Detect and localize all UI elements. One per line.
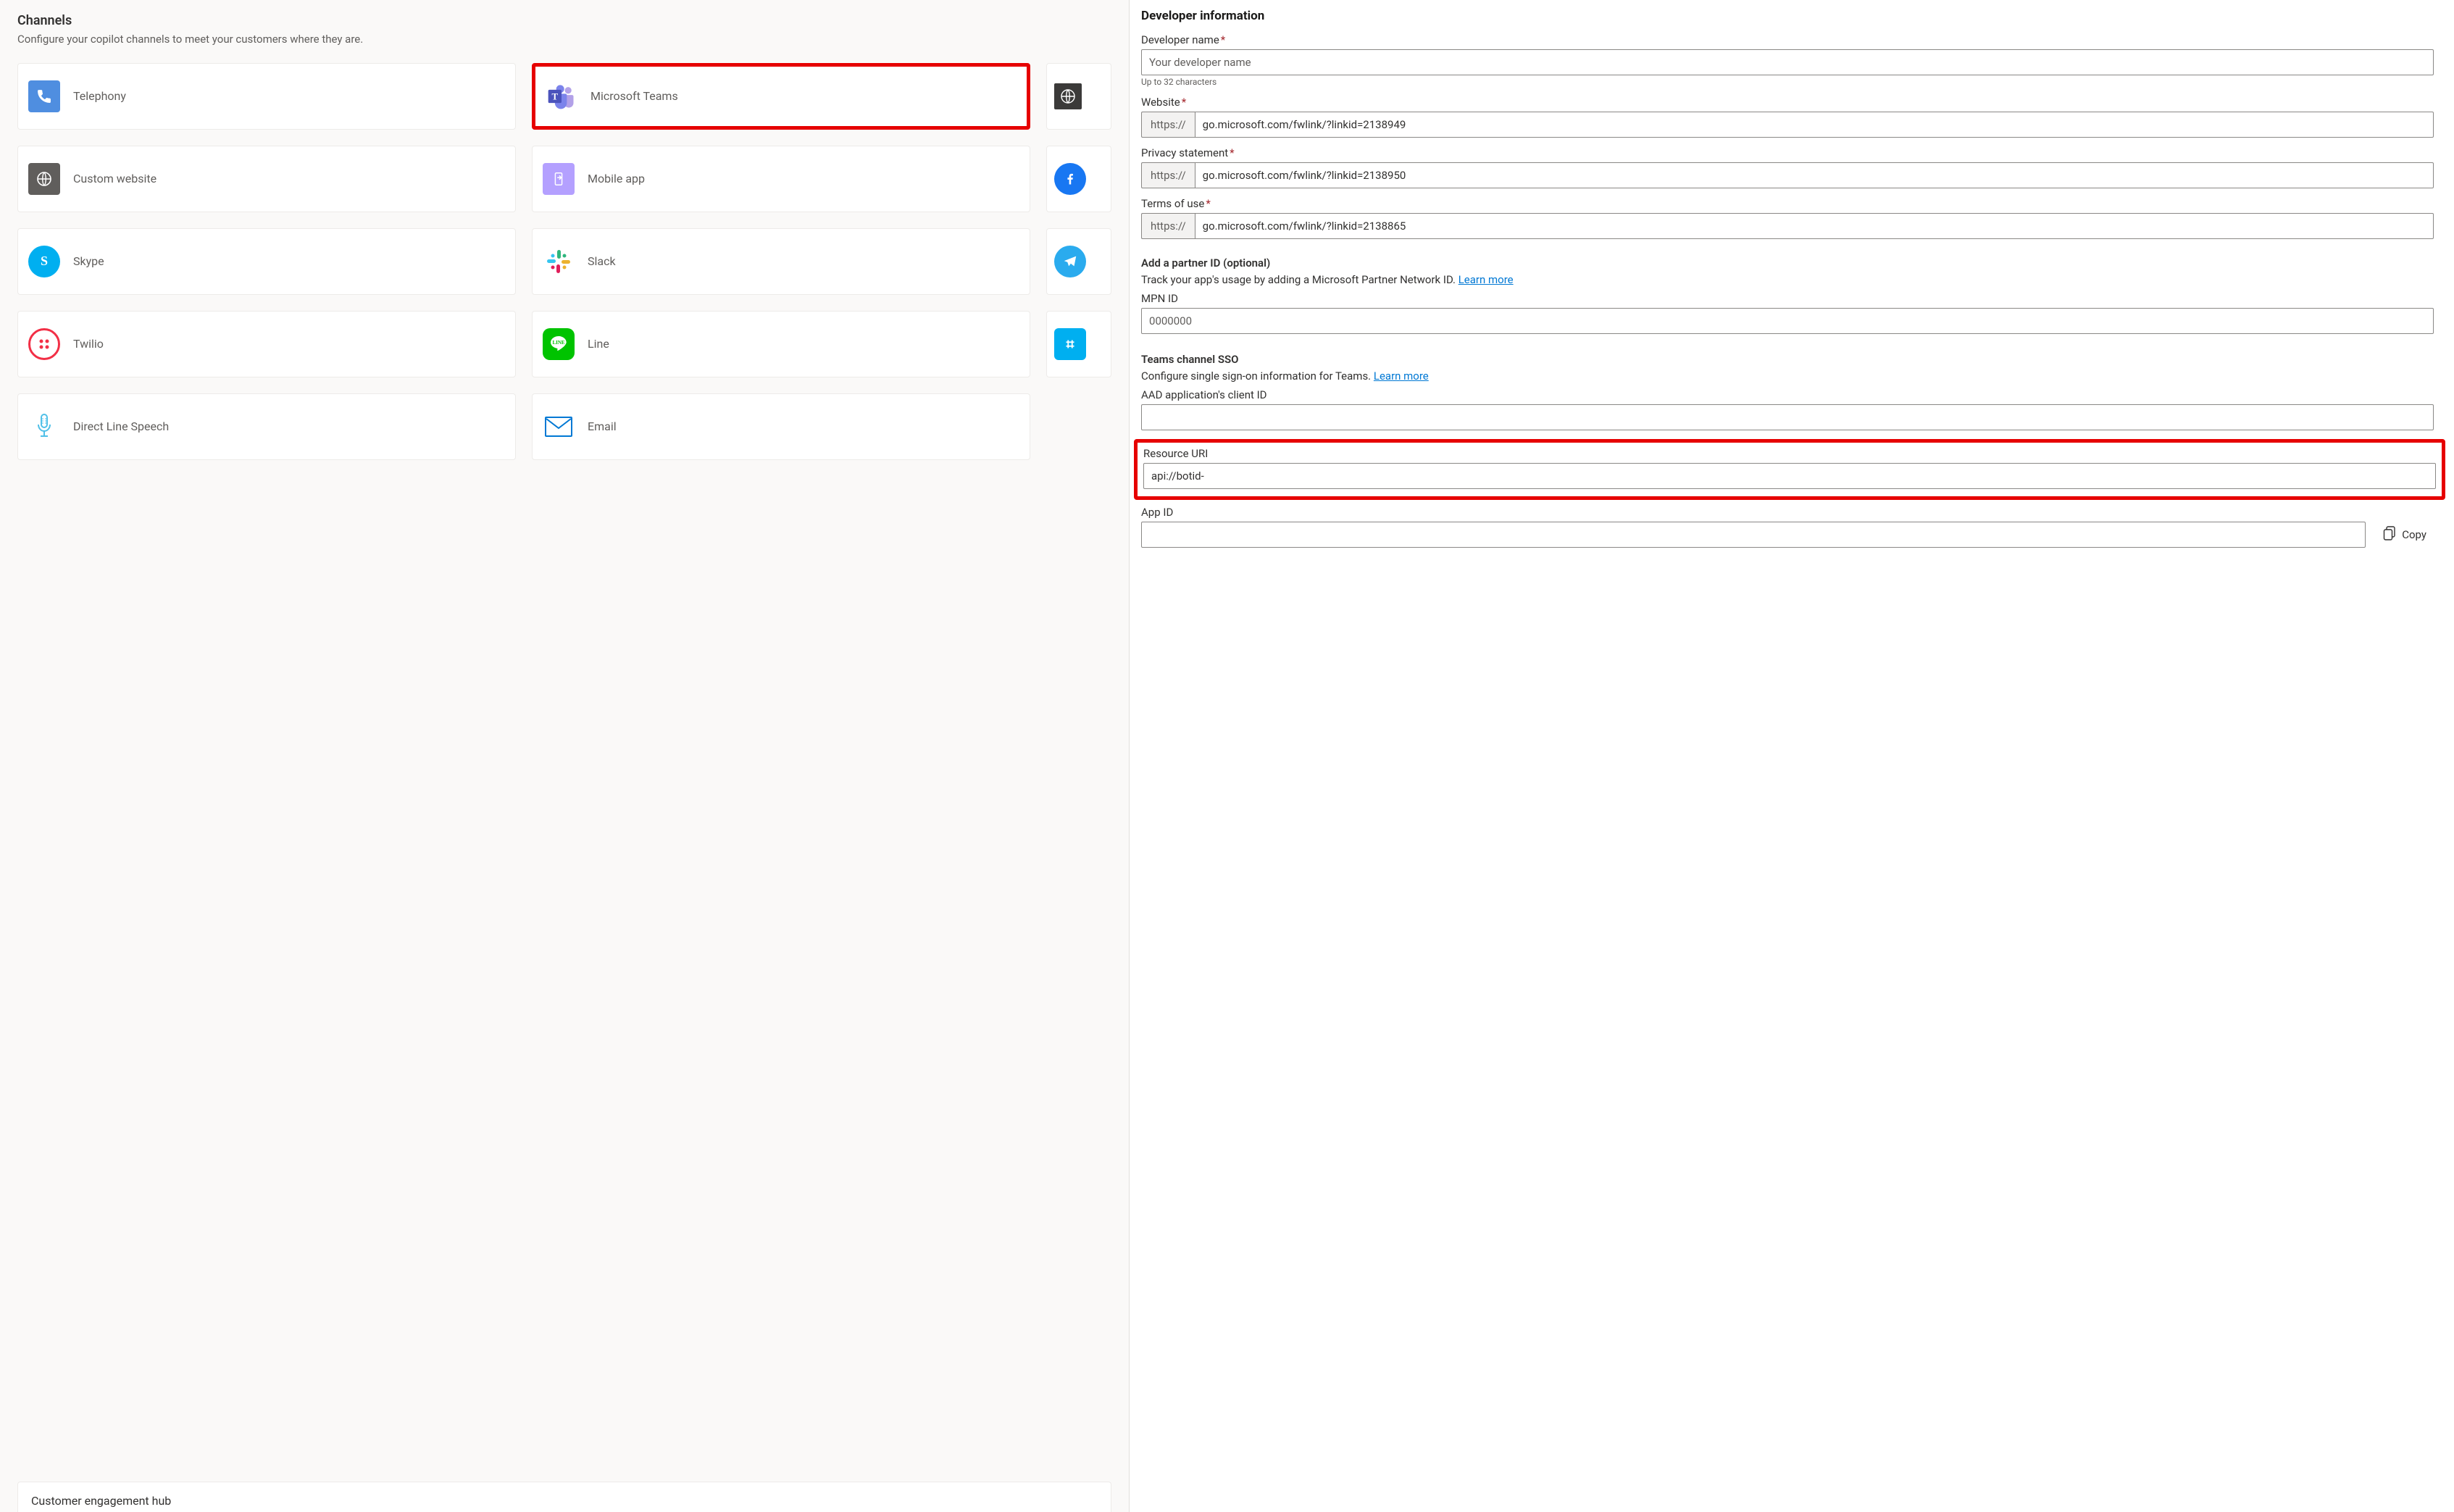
- required-asterisk: *: [1182, 96, 1186, 109]
- email-icon: [543, 411, 575, 443]
- mic-icon: [28, 411, 60, 443]
- app-id-field-group: App ID Copy: [1141, 506, 2434, 548]
- website-label: Website*: [1141, 96, 2434, 109]
- channels-subtitle: Configure your copilot channels to meet …: [17, 33, 1111, 46]
- sso-desc: Configure single sign-on information for…: [1141, 369, 2434, 384]
- channel-card-teams[interactable]: T Microsoft Teams: [535, 67, 1027, 126]
- developer-name-field-group: Developer name* Up to 32 characters: [1141, 33, 2434, 87]
- developer-name-input[interactable]: [1141, 49, 2434, 75]
- client-id-label: AAD application's client ID: [1141, 388, 2434, 401]
- svg-text:S: S: [41, 254, 48, 268]
- facebook-icon: [1054, 163, 1086, 195]
- channel-label: Direct Line Speech: [73, 419, 169, 435]
- channel-card-slack[interactable]: Slack: [532, 228, 1030, 295]
- line-icon: LINE: [543, 328, 575, 360]
- channel-label: Custom website: [73, 172, 156, 187]
- resource-uri-label: Resource URI: [1143, 447, 2436, 460]
- channel-label: Slack: [588, 254, 616, 270]
- developer-name-label: Developer name*: [1141, 33, 2434, 46]
- channel-grid: Telephony T Microsoft Teams: [17, 63, 1111, 460]
- website-field-group: Website* https://: [1141, 96, 2434, 138]
- resource-uri-highlight: Resource URI: [1134, 439, 2445, 500]
- channels-panel: Channels Configure your copilot channels…: [0, 0, 1129, 1512]
- copy-icon: [2383, 526, 2396, 543]
- channel-label: Email: [588, 419, 617, 435]
- resource-uri-input[interactable]: [1143, 463, 2436, 489]
- teams-icon: T: [546, 80, 577, 112]
- channel-label: Skype: [73, 254, 104, 270]
- phone-icon: [28, 80, 60, 112]
- channel-card-teams-highlight: T Microsoft Teams: [532, 63, 1030, 130]
- required-asterisk: *: [1206, 197, 1210, 210]
- required-asterisk: *: [1221, 33, 1225, 46]
- https-prefix: https://: [1141, 213, 1195, 239]
- developer-name-helper: Up to 32 characters: [1141, 77, 2434, 87]
- client-id-input[interactable]: [1141, 404, 2434, 430]
- groupme-icon: [1054, 328, 1086, 360]
- channel-label: Twilio: [73, 337, 104, 352]
- channels-title: Channels: [17, 13, 1111, 28]
- sso-title: Teams channel SSO: [1141, 353, 2434, 366]
- channel-card-telephony[interactable]: Telephony: [17, 63, 516, 130]
- app-id-input[interactable]: [1141, 522, 2366, 548]
- channel-card-partial-1[interactable]: [1046, 63, 1111, 130]
- slack-icon: [543, 246, 575, 277]
- partner-learn-more-link[interactable]: Learn more: [1458, 273, 1514, 286]
- hub-title: Customer engagement hub: [31, 1494, 1098, 1508]
- privacy-input[interactable]: [1195, 162, 2434, 188]
- svg-text:LINE: LINE: [552, 340, 564, 346]
- privacy-field-group: Privacy statement* https://: [1141, 146, 2434, 188]
- copy-button[interactable]: Copy: [2376, 522, 2434, 548]
- channel-card-email[interactable]: Email: [532, 393, 1030, 460]
- channel-card-line[interactable]: LINE Line: [532, 311, 1030, 377]
- partner-id-desc: Track your app's usage by adding a Micro…: [1141, 272, 2434, 288]
- copy-button-label: Copy: [2402, 528, 2426, 541]
- channel-label: Microsoft Teams: [590, 89, 678, 104]
- developer-info-panel: Developer information Developer name* Up…: [1129, 0, 2454, 1512]
- customer-engagement-hub-card[interactable]: Customer engagement hub: [17, 1482, 1111, 1512]
- channel-card-partial-2[interactable]: [1046, 146, 1111, 212]
- sso-learn-more-link[interactable]: Learn more: [1374, 369, 1429, 383]
- terms-input[interactable]: [1195, 213, 2434, 239]
- https-prefix: https://: [1141, 112, 1195, 138]
- skype-icon: S: [28, 246, 60, 277]
- channel-card-partial-4[interactable]: [1046, 311, 1111, 377]
- privacy-label: Privacy statement*: [1141, 146, 2434, 159]
- required-asterisk: *: [1230, 146, 1234, 159]
- terms-label: Terms of use*: [1141, 197, 2434, 210]
- mpn-id-input[interactable]: [1141, 308, 2434, 334]
- globe-icon: [1054, 83, 1082, 109]
- partner-id-title: Add a partner ID (optional): [1141, 256, 2434, 270]
- mpn-id-label: MPN ID: [1141, 292, 2434, 305]
- channel-card-twilio[interactable]: Twilio: [17, 311, 516, 377]
- app-id-label: App ID: [1141, 506, 2434, 519]
- channel-card-custom-website[interactable]: Custom website: [17, 146, 516, 212]
- sso-section: Teams channel SSO Configure single sign-…: [1141, 353, 2434, 548]
- website-input[interactable]: [1195, 112, 2434, 138]
- developer-info-title: Developer information: [1141, 9, 2434, 23]
- channel-label: Mobile app: [588, 172, 645, 187]
- https-prefix: https://: [1141, 162, 1195, 188]
- channel-card-skype[interactable]: S Skype: [17, 228, 516, 295]
- partner-id-section: Add a partner ID (optional) Track your a…: [1141, 256, 2434, 334]
- svg-text:T: T: [552, 92, 559, 102]
- client-id-field-group: AAD application's client ID: [1141, 388, 2434, 430]
- telegram-icon: [1054, 246, 1086, 277]
- globe-icon: [28, 163, 60, 195]
- channel-label: Line: [588, 337, 609, 352]
- channel-label: Telephony: [73, 89, 126, 104]
- channel-card-partial-3[interactable]: [1046, 228, 1111, 295]
- twilio-icon: [28, 328, 60, 360]
- terms-field-group: Terms of use* https://: [1141, 197, 2434, 239]
- mobile-icon: [543, 163, 575, 195]
- channel-card-mobile-app[interactable]: Mobile app: [532, 146, 1030, 212]
- channel-card-direct-line-speech[interactable]: Direct Line Speech: [17, 393, 516, 460]
